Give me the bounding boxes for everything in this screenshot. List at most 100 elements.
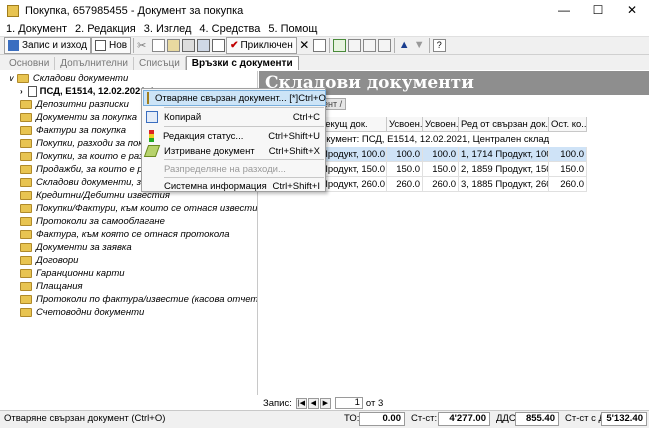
toolbar-separator	[328, 38, 330, 53]
cost-value: 4'277.00	[438, 412, 490, 426]
column-header[interactable]: текущ док.	[319, 117, 387, 132]
tab-lists[interactable]: Списъци	[134, 57, 186, 70]
folder-icon	[20, 191, 32, 200]
folder-icon	[20, 204, 32, 213]
copy-item[interactable]: Копирай Ctrl+C	[143, 109, 326, 125]
attach-icon[interactable]	[347, 39, 361, 52]
tree-item[interactable]: Фактура, към която се отнася протокола	[20, 228, 230, 241]
tab-main[interactable]: Основни	[4, 57, 56, 70]
context-menu: Отваряне свързан документ... [*] Ctrl+O …	[141, 88, 326, 192]
tree-item-label: Плащания	[36, 281, 83, 292]
arrow-up-icon[interactable]: ▲	[398, 39, 411, 52]
menu-item-shortcut: Ctrl+Shift+I	[272, 180, 320, 192]
tab-document-links[interactable]: Връзки с документи	[185, 56, 299, 70]
column-header[interactable]: Усвоен...	[423, 117, 459, 132]
help-icon[interactable]: ?	[432, 39, 446, 52]
form-icon[interactable]	[362, 39, 376, 52]
confirm-button[interactable]: ✔ Приключен	[226, 37, 297, 54]
menu-help[interactable]: 5. Помощ	[268, 23, 317, 35]
table-cell: 260.0	[387, 177, 423, 192]
minimize-button[interactable]: —	[547, 0, 581, 21]
close-button[interactable]: ✕	[615, 0, 649, 21]
folder-icon	[20, 295, 32, 304]
tree-root[interactable]: ∨ Складови документи	[8, 72, 128, 85]
tree-item[interactable]: Документи за покупка	[20, 111, 137, 124]
confirm-label: Приключен	[240, 40, 293, 51]
toolbar-separator	[393, 38, 395, 53]
pager-label: Запис:	[263, 397, 292, 409]
folder-icon	[20, 126, 32, 135]
menu-document[interactable]: 1. Документ	[6, 23, 67, 35]
menu-item-label: Изтриване документ	[164, 145, 255, 157]
empty-icon	[146, 180, 158, 192]
menu-item-label: Разпределяне на разходи...	[164, 163, 286, 175]
arrow-down-icon[interactable]: ▼	[413, 39, 426, 52]
tree-item-label: Счетоводни документи	[36, 307, 145, 318]
tree-item[interactable]: Документи за заявка	[20, 241, 132, 254]
window-title: Покупка, 657985455 - Документ за покупка	[25, 4, 244, 17]
open-linked-document-item[interactable]: Отваряне свързан документ... [*] Ctrl+O	[143, 90, 326, 106]
tree-item-label: Фактура, към която се отнася протокола	[36, 229, 230, 240]
folder-icon	[20, 308, 32, 317]
tree-item[interactable]: Покупки, за които е разход	[20, 150, 159, 163]
print-preview-icon[interactable]	[197, 39, 211, 52]
menu-view[interactable]: 3. Изглед	[144, 23, 192, 35]
collapse-icon[interactable]: ∨	[8, 74, 14, 83]
column-header[interactable]: Ост. ко...	[549, 117, 587, 132]
column-header[interactable]: Ред от свързан док.	[459, 117, 549, 132]
tree-item[interactable]: Фактури за покупка	[20, 124, 126, 137]
tree-item[interactable]: Протоколи по фактура/известие (касова от…	[20, 293, 257, 306]
tab-additional[interactable]: Допълнителни	[55, 57, 134, 70]
maximize-button[interactable]: ☐	[581, 0, 615, 21]
new-doc-icon	[94, 40, 106, 51]
list-icon[interactable]	[377, 39, 391, 52]
copy-icon[interactable]	[152, 39, 166, 52]
save-exit-button[interactable]: Запис и изход	[4, 37, 91, 54]
table-cell: 100.0	[549, 147, 587, 162]
refresh-icon[interactable]	[332, 39, 346, 52]
tree-selected-document[interactable]: › ПСД, Е1514, 12.02.2021, |	[20, 85, 154, 98]
folder-icon	[20, 243, 32, 252]
edit-status-item[interactable]: Редакция статус... Ctrl+Shift+U	[143, 128, 326, 144]
status-lights-icon	[149, 130, 154, 142]
table-icon[interactable]	[312, 39, 326, 52]
first-record-button[interactable]: |◀	[295, 397, 307, 409]
record-count: от 3	[365, 397, 384, 409]
toolbar: Запис и изход Нов ✂ ✔ Приключен ✕ ▲ ▼ ?	[0, 36, 649, 55]
menu-item-label: Копирай	[164, 111, 202, 123]
menu-separator	[164, 107, 324, 108]
tree-item[interactable]: Покупки/Фактури, към които се отнася изв…	[20, 202, 257, 215]
tree-item[interactable]: Плащания	[20, 280, 83, 293]
tree-item[interactable]: Гаранционни карти	[20, 267, 125, 280]
delete-document-item[interactable]: Изтриване документ Ctrl+Shift+X	[143, 143, 326, 159]
tree-item[interactable]: Складови документи, за	[20, 176, 146, 189]
app-icon	[7, 4, 19, 17]
new-button[interactable]: Нов	[90, 37, 132, 54]
record-pager: Запис: |◀ ◀ ▶ 1 от 3	[259, 396, 649, 410]
menu-edit[interactable]: 2. Редакция	[75, 23, 136, 35]
prev-record-button[interactable]: ◀	[307, 397, 319, 409]
menu-tools[interactable]: 4. Средства	[199, 23, 260, 35]
cut-icon[interactable]: ✂	[137, 39, 150, 52]
tree-item-label: Фактури за покупка	[36, 125, 127, 136]
column-header[interactable]: Усвоен...	[387, 117, 423, 132]
paste-icon[interactable]	[167, 39, 181, 52]
tree-item[interactable]: Депозитни разписки	[20, 98, 129, 111]
toolbar-separator	[133, 38, 135, 53]
table-cell: 100.0	[387, 147, 423, 162]
menu-separator	[164, 126, 324, 127]
vat-value: 855.40	[515, 412, 559, 426]
system-info-item[interactable]: Системна информация Ctrl+Shift+I	[143, 178, 326, 194]
tree-item[interactable]: Протоколи за самооблагане	[20, 215, 165, 228]
document-icon[interactable]	[212, 39, 226, 52]
next-record-button[interactable]: ▶	[319, 397, 331, 409]
print-icon[interactable]	[182, 39, 196, 52]
tree-item[interactable]: Счетоводни документи	[20, 306, 144, 319]
expand-icon[interactable]: ›	[20, 87, 23, 96]
tree-item[interactable]: Договори	[20, 254, 78, 267]
tree-root-label: Складови документи	[32, 73, 129, 84]
menu-bar: 1. Документ 2. Редакция 3. Изглед 4. Сре…	[0, 21, 649, 36]
cancel-icon[interactable]: ✕	[298, 39, 311, 52]
table-cell: Продукт, 260.0...	[319, 177, 387, 192]
record-number-input[interactable]: 1	[334, 397, 363, 409]
